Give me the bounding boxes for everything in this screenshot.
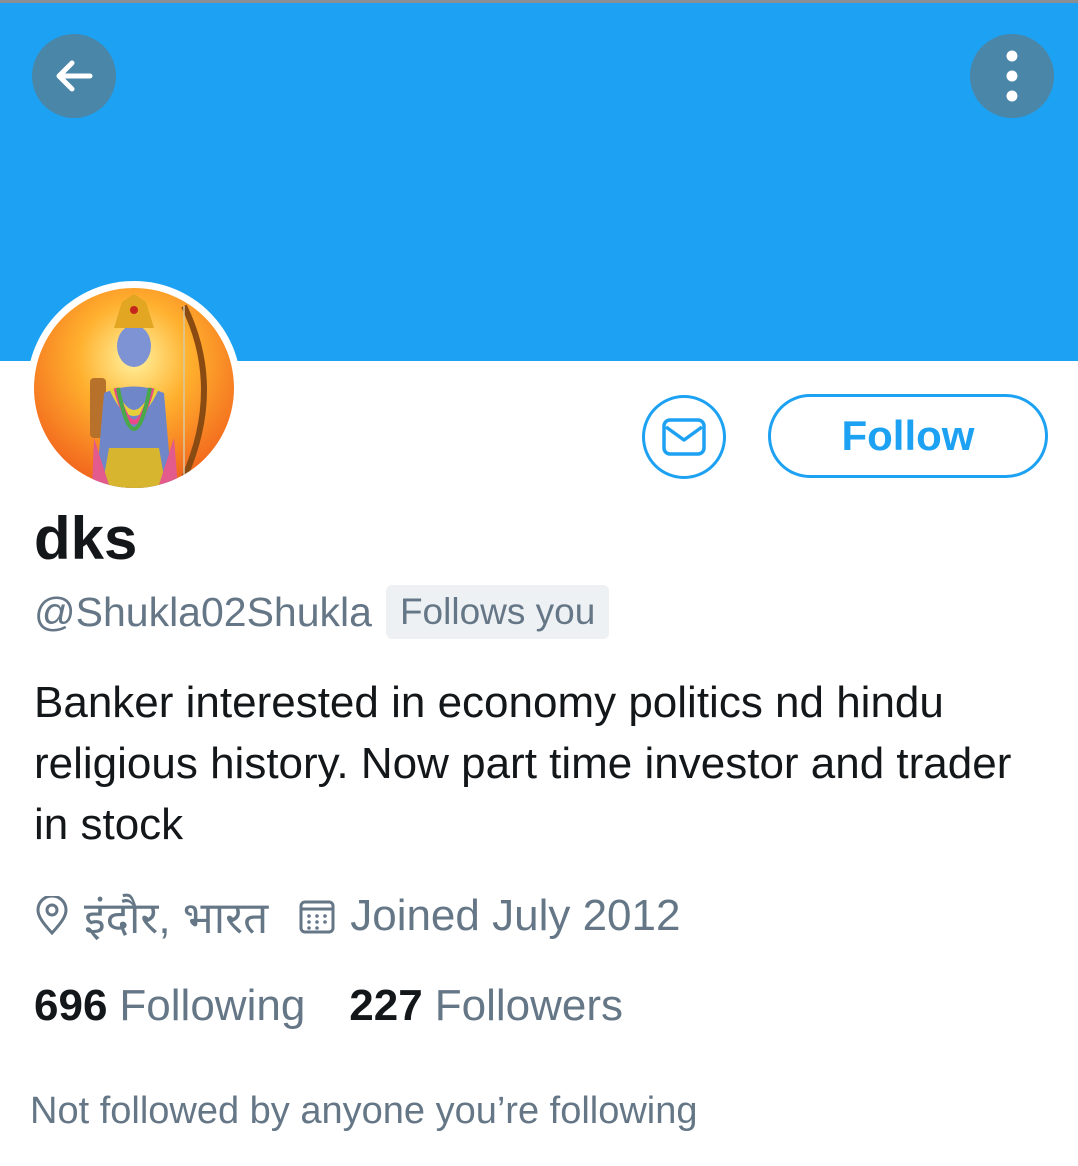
calendar-icon: [298, 897, 336, 935]
mutual-followers-note: Not followed by anyone you’re following: [30, 1090, 698, 1132]
following-count: 696: [34, 981, 108, 1030]
user-handle: @Shukla02Shukla: [34, 588, 372, 635]
handle-row: @Shukla02Shukla Follows you: [34, 585, 610, 639]
followers-link[interactable]: 227 Followers: [349, 981, 623, 1031]
joined-item: Joined July 2012: [298, 891, 680, 941]
profile-meta: इंदौर, भारत Joined July 2012: [34, 886, 680, 946]
more-vertical-icon: [1006, 50, 1018, 102]
avatar-image: [34, 288, 234, 488]
location-text: इंदौर, भारत: [84, 894, 269, 943]
joined-text: Joined July 2012: [350, 891, 681, 940]
following-link[interactable]: 696 Following: [34, 981, 305, 1031]
follows-you-badge: Follows you: [385, 585, 610, 639]
back-button[interactable]: [32, 34, 116, 118]
follow-stats: 696 Following 227 Followers: [34, 976, 623, 1036]
following-label: Following: [119, 981, 306, 1030]
profile-bio: Banker interested in economy politics nd…: [34, 678, 1012, 849]
more-options-button[interactable]: [970, 34, 1054, 118]
follow-button[interactable]: Follow: [768, 394, 1048, 478]
envelope-icon: [662, 418, 706, 456]
followers-label: Followers: [434, 981, 623, 1030]
location-pin-icon: [34, 896, 70, 936]
arrow-left-icon: [56, 60, 93, 92]
follow-button-label: Follow: [841, 412, 975, 459]
location-item: इंदौर, भारत: [34, 886, 268, 946]
message-button[interactable]: [642, 395, 726, 479]
display-name: dks: [34, 505, 138, 572]
followers-count: 227: [349, 981, 423, 1030]
avatar[interactable]: [34, 288, 234, 488]
